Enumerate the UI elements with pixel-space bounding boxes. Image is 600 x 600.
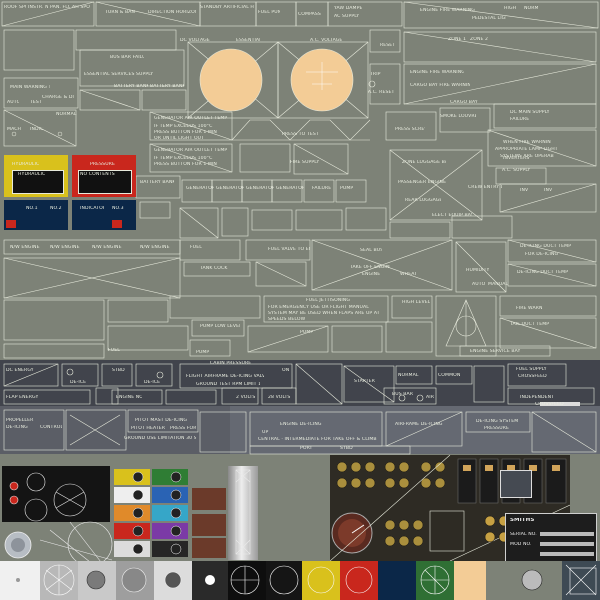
- bottom-row-icons: [16, 564, 597, 596]
- knob-icon: [86, 570, 106, 590]
- texture-atlas: ROOF SPOT LIGHTINSTR. NORMALPAN. FLOODAH…: [0, 0, 600, 600]
- switch-icon: [521, 569, 543, 591]
- gauge-icon-red: [345, 566, 373, 594]
- gauge-icon: [307, 566, 335, 594]
